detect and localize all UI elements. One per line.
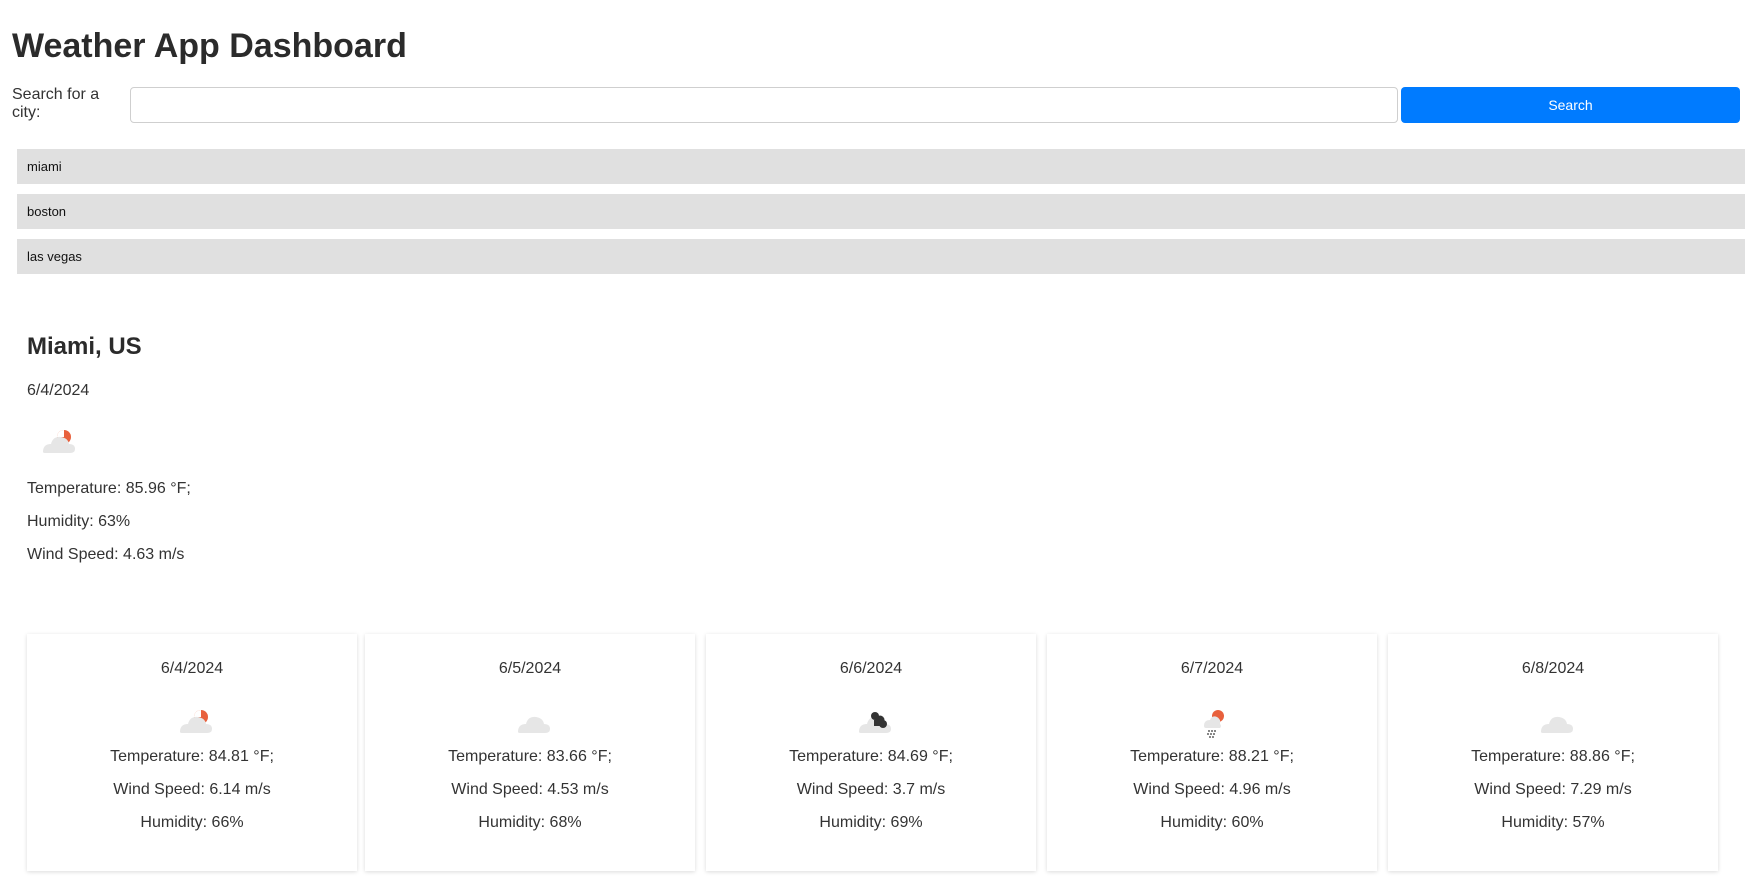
forecast-humidity: Humidity: 60% bbox=[1160, 814, 1264, 831]
forecast-temperature: Temperature: 88.86 °F; bbox=[1471, 748, 1635, 765]
forecast-card: 6/8/2024 Temperature: 88.86 °F; Wind Spe… bbox=[1388, 634, 1718, 871]
current-city-name: Miami, US bbox=[27, 333, 142, 360]
partly-cloudy-day-icon bbox=[33, 422, 75, 462]
forecast-humidity: Humidity: 66% bbox=[140, 814, 244, 831]
history-item-boston[interactable]: boston bbox=[17, 194, 1745, 229]
forecast-date: 6/4/2024 bbox=[160, 660, 224, 677]
current-temperature: Temperature: 85.96 °F; bbox=[27, 480, 191, 497]
forecast-date: 6/6/2024 bbox=[839, 660, 903, 677]
forecast-wind-speed: Wind Speed: 7.29 m/s bbox=[1474, 781, 1632, 798]
forecast-humidity: Humidity: 69% bbox=[819, 814, 923, 831]
city-search-input[interactable] bbox=[130, 87, 1398, 123]
cloud-icon bbox=[1531, 702, 1575, 742]
forecast-card: 6/5/2024 Temperature: 83.66 °F; Wind Spe… bbox=[365, 634, 695, 871]
search-history-list: miami boston las vegas bbox=[17, 149, 1745, 284]
forecast-date: 6/8/2024 bbox=[1521, 660, 1585, 677]
history-item-miami[interactable]: miami bbox=[17, 149, 1745, 184]
forecast-card: 6/7/2024 Temperature: 88.21 °F; Wind Spe… bbox=[1047, 634, 1377, 871]
forecast-wind-speed: Wind Speed: 4.96 m/s bbox=[1133, 781, 1291, 798]
forecast-wind-speed: Wind Speed: 3.7 m/s bbox=[796, 781, 946, 798]
current-humidity: Humidity: 63% bbox=[27, 513, 131, 530]
forecast-temperature: Temperature: 84.69 °F; bbox=[789, 748, 953, 765]
forecast-date: 6/5/2024 bbox=[498, 660, 562, 677]
forecast-card: 6/6/2024 Temperature: 84.69 °F; Wind Spe… bbox=[706, 634, 1036, 871]
forecast-date: 6/7/2024 bbox=[1180, 660, 1244, 677]
partly-cloudy-day-icon bbox=[170, 702, 214, 742]
current-wind-speed: Wind Speed: 4.63 m/s bbox=[27, 546, 185, 563]
forecast-card: 6/4/2024 Temperature: 84.81 °F; Wind Spe… bbox=[27, 634, 357, 871]
forecast-wind-speed: Wind Speed: 6.14 m/s bbox=[113, 781, 271, 798]
forecast-wind-speed: Wind Speed: 4.53 m/s bbox=[451, 781, 609, 798]
page-title: Weather App Dashboard bbox=[12, 27, 407, 65]
forecast-temperature: Temperature: 84.81 °F; bbox=[110, 748, 274, 765]
search-button[interactable]: Search bbox=[1401, 87, 1740, 123]
broken-clouds-icon bbox=[849, 702, 893, 742]
forecast-temperature: Temperature: 88.21 °F; bbox=[1130, 748, 1294, 765]
forecast-temperature: Temperature: 83.66 °F; bbox=[448, 748, 612, 765]
rain-sun-icon bbox=[1190, 702, 1234, 742]
search-label: Search for a city: bbox=[12, 86, 100, 121]
current-date: 6/4/2024 bbox=[27, 382, 90, 399]
forecast-humidity: Humidity: 68% bbox=[478, 814, 582, 831]
history-item-las-vegas[interactable]: las vegas bbox=[17, 239, 1745, 274]
forecast-humidity: Humidity: 57% bbox=[1501, 814, 1605, 831]
cloud-icon bbox=[508, 702, 552, 742]
current-weather: Miami, US 6/4/2024 Temperature: 85.96 °F… bbox=[27, 332, 191, 563]
